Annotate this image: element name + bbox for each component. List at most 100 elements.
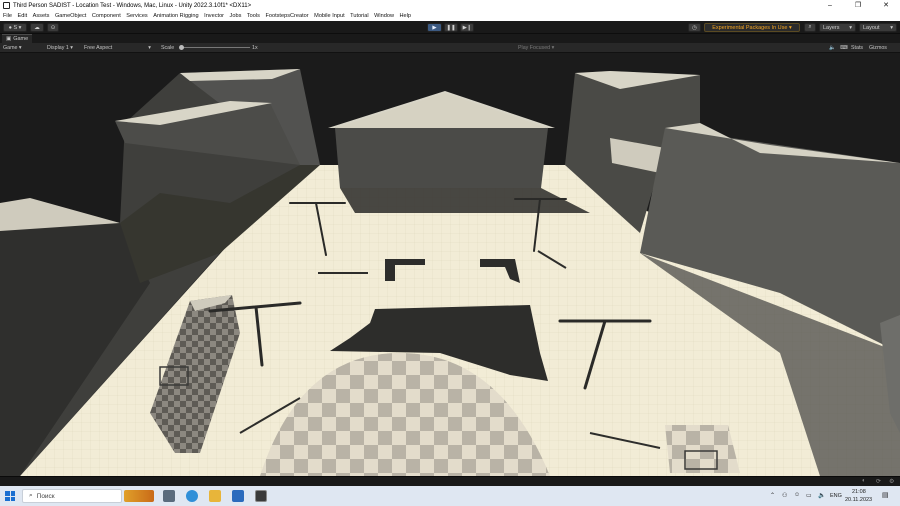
play-focused-label: Play Focused: [518, 45, 551, 51]
chevron-down-icon: ▾: [148, 45, 151, 51]
scale-slider-thumb[interactable]: [179, 45, 184, 50]
experimental-packages-label: Experimental Packages In Use ▾: [712, 24, 792, 31]
network-icon[interactable]: ▭: [806, 492, 812, 499]
menu-gameobject[interactable]: GameObject: [55, 13, 86, 19]
cloud-icon: ☁: [34, 24, 40, 31]
cloud-button[interactable]: ☁: [30, 23, 44, 32]
menu-mobile-input[interactable]: Mobile Input: [314, 13, 344, 19]
scale-slider[interactable]: [179, 45, 250, 50]
menu-help[interactable]: Help: [400, 13, 412, 19]
tray-discord-icon[interactable]: ☺: [794, 492, 800, 498]
game-view-icon: ▣: [6, 36, 12, 42]
menu-component[interactable]: Component: [92, 13, 121, 19]
pause-icon: ❚❚: [446, 24, 456, 31]
collab-icon: ⊙: [50, 24, 56, 31]
window-title: Third Person SADIST - Location Test - Wi…: [13, 2, 252, 9]
maximize-button[interactable]: ❐: [844, 0, 872, 11]
step-button[interactable]: ▶❙: [460, 23, 474, 32]
history-button[interactable]: ◷: [688, 23, 701, 32]
account-badge: S: [13, 24, 18, 31]
tray-app-icon[interactable]: ⚇: [782, 492, 787, 499]
start-button[interactable]: [5, 491, 15, 501]
history-icon: ◷: [692, 24, 697, 31]
menu-file[interactable]: File: [3, 13, 12, 19]
layers-label: Layers: [823, 24, 840, 31]
menu-assets[interactable]: Assets: [33, 13, 50, 19]
clock-date[interactable]: 20.11.2023: [845, 497, 872, 503]
clock-time[interactable]: 21:08: [852, 489, 866, 495]
language-indicator[interactable]: ENG: [830, 493, 842, 499]
tab-row: ▣ Game: [0, 34, 900, 43]
scale-value: 1x: [252, 45, 258, 51]
tray-overflow-icon[interactable]: ⌃: [770, 492, 775, 499]
edge-browser-icon[interactable]: [186, 490, 198, 502]
layers-dropdown[interactable]: Layers ▾: [819, 23, 856, 32]
right-box-prop: [665, 425, 740, 473]
search-placeholder: Поиск: [36, 492, 55, 500]
chevron-down-icon: ▾: [849, 24, 852, 31]
menu-edit[interactable]: Edit: [18, 13, 28, 19]
search-button[interactable]: ⌕: [804, 23, 816, 32]
stats-button[interactable]: Stats: [851, 45, 863, 51]
game-viewport[interactable]: [0, 53, 900, 476]
weather-widget-icon[interactable]: [124, 490, 154, 502]
pause-button[interactable]: ❚❚: [444, 23, 458, 32]
menu-tutorial[interactable]: Tutorial: [350, 13, 368, 19]
minimize-button[interactable]: –: [816, 0, 844, 11]
progress-icon[interactable]: ⟳: [876, 478, 881, 485]
menu-footsteps-creator[interactable]: FootstepsCreator: [265, 13, 308, 19]
tab-game-label: Game: [13, 36, 29, 42]
menu-tools[interactable]: Tools: [247, 13, 260, 19]
chevron-down-icon: ▾: [18, 45, 22, 51]
menu-jobs[interactable]: Jobs: [230, 13, 242, 19]
windows-taskbar: ⌕ Поиск ⌃ ⚇ ☺ ▭ 🔈 ENG 21:08 20.11.2023 ▤: [0, 486, 900, 506]
unity-app-icon: [3, 2, 10, 9]
back-building: [328, 91, 590, 213]
scene-render: [0, 69, 900, 476]
layout-label: Layout: [863, 24, 880, 31]
windows-logo-icon: [5, 491, 10, 496]
collab-button[interactable]: ⊙: [47, 23, 59, 32]
unity-taskbar-icon[interactable]: [255, 490, 267, 502]
notification-center-icon[interactable]: ▤: [882, 491, 889, 499]
aspect-label: Free Aspect: [84, 45, 113, 51]
status-bar: ◐ ⟳ ⚙: [0, 476, 900, 486]
search-icon: ⌕: [29, 492, 33, 499]
notification-icon[interactable]: ◐: [862, 478, 866, 484]
taskbar-search[interactable]: ⌕ Поиск: [22, 489, 122, 503]
experimental-packages-dropdown[interactable]: Experimental Packages In Use ▾: [704, 23, 800, 32]
play-button[interactable]: ▶: [427, 23, 442, 32]
display-dropdown[interactable]: Display 1 ▾: [47, 45, 73, 51]
gizmos-dropdown[interactable]: Gizmos: [869, 45, 887, 51]
step-icon: ▶❙: [462, 24, 472, 31]
menu-invector[interactable]: Invector: [204, 13, 224, 19]
chevron-down-icon: ▾: [551, 45, 555, 51]
aspect-dropdown[interactable]: Free Aspect ▾: [84, 45, 151, 51]
debug-mode-icon[interactable]: ⚙: [889, 478, 894, 485]
play-icon: ▶: [432, 24, 437, 31]
chevron-down-icon: ▾: [890, 24, 893, 31]
mail-icon[interactable]: [232, 490, 244, 502]
game-view-toolbar: Game ▾ Display 1 ▾ Free Aspect ▾ Scale 1x…: [0, 43, 900, 53]
tab-game[interactable]: ▣ Game: [2, 34, 33, 43]
layout-dropdown[interactable]: Layout ▾: [859, 23, 897, 32]
mute-audio-icon[interactable]: 🔈: [829, 45, 836, 51]
chevron-down-icon: ▾: [70, 45, 73, 51]
menu-window[interactable]: Window: [374, 13, 394, 19]
game-mode-label: Game: [3, 45, 18, 51]
menu-animation-rigging[interactable]: Animation Rigging: [153, 13, 198, 19]
display-label: Display 1: [47, 45, 69, 51]
window-title-bar[interactable]: Third Person SADIST - Location Test - Wi…: [0, 0, 900, 11]
play-focused-dropdown[interactable]: Play Focused ▾: [518, 45, 554, 51]
main-toolbar: ● S ▾ ☁ ⊙ ▶ ❚❚ ▶❙ ◷ Experimental Package…: [0, 21, 900, 34]
volume-icon[interactable]: 🔈: [818, 492, 825, 499]
task-view-icon[interactable]: [163, 490, 175, 502]
game-mode-dropdown[interactable]: Game ▾: [3, 45, 22, 51]
scale-label: Scale: [161, 45, 175, 51]
account-dropdown[interactable]: ● S ▾: [3, 23, 27, 32]
file-explorer-icon[interactable]: [209, 490, 221, 502]
close-button[interactable]: ✕: [872, 0, 900, 11]
menu-bar: File Edit Assets GameObject Component Se…: [0, 11, 900, 21]
shortcut-toggle-icon[interactable]: ⌨: [840, 45, 848, 51]
menu-services[interactable]: Services: [126, 13, 147, 19]
